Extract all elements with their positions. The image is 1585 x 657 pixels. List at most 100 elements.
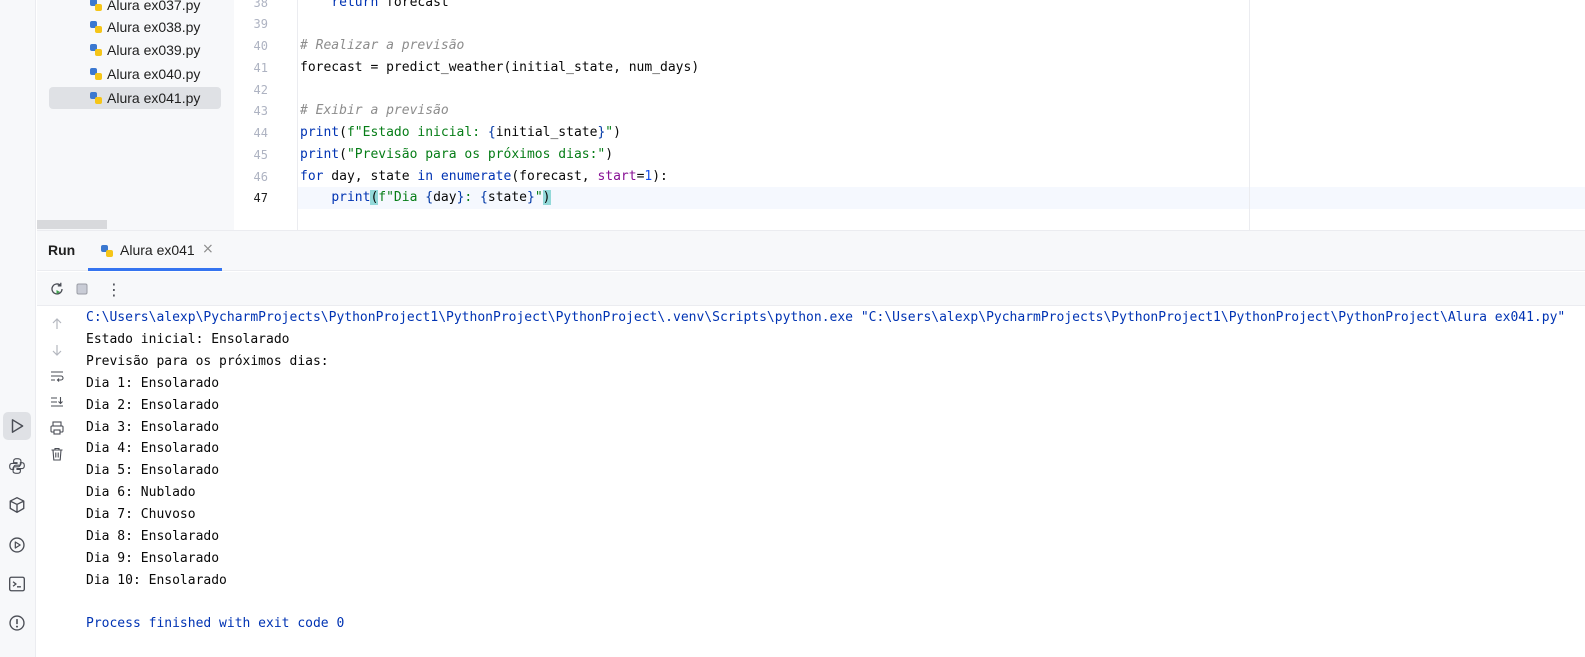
line-number: 42: [253, 83, 268, 97]
python-icon: [9, 458, 25, 474]
python-packages-button[interactable]: [3, 452, 31, 480]
code-line-38: return forecast: [300, 0, 448, 14]
debug-services-button[interactable]: [3, 531, 31, 559]
print-button[interactable]: [47, 418, 67, 438]
line-number: 43: [253, 104, 268, 118]
terminal-button[interactable]: [3, 570, 31, 598]
line-number: 46: [253, 170, 268, 184]
more-options-button[interactable]: ⋮: [104, 279, 124, 299]
scroll-to-end-button[interactable]: [47, 392, 67, 412]
services-run-icon: [9, 537, 25, 553]
rerun-icon: [51, 282, 63, 295]
console-output-line: Dia 4: Ensolarado: [86, 441, 220, 456]
function-name: predict_weather: [386, 60, 504, 75]
comment: # Realizar a previsão: [300, 38, 465, 53]
tree-item-label: Alura ex040.py: [107, 66, 201, 82]
code-editor[interactable]: 38 39 40 41 42 43 44 45 46 47 return for…: [234, 0, 1585, 230]
run-icon: [11, 419, 24, 433]
printer-icon: [50, 421, 64, 435]
tree-item-alura-ex040[interactable]: Alura ex040.py: [49, 63, 221, 85]
tree-item-alura-ex038[interactable]: Alura ex038.py: [49, 16, 221, 38]
matched-bracket: ): [542, 190, 551, 205]
fstring-brace: {: [480, 190, 488, 205]
console-output-line: Estado inicial: Ensolarado: [86, 332, 290, 347]
code-line-43: # Exibir a previsão: [300, 100, 449, 122]
console-output-line: Dia 3: Ensolarado: [86, 420, 220, 435]
python-file-icon: [90, 21, 102, 33]
string: ": [534, 190, 543, 205]
line-number-gutter: 38 39 40 41 42 43 44 45 46 47: [234, 0, 298, 230]
tree-item-alura-ex037[interactable]: Alura ex037.py: [49, 0, 221, 16]
close-tab-icon[interactable]: ×: [202, 241, 214, 257]
code-text: (initial_state, num_days): [503, 60, 700, 75]
comment: # Exibir a previsão: [300, 103, 449, 118]
keyword-argument: start: [597, 169, 637, 184]
console-command-line: C:\Users\alexp\PycharmProjects\PythonPro…: [86, 310, 1566, 325]
run-tool-window-header: Run Alura ex041 ×: [37, 231, 1585, 271]
soft-wrap-button[interactable]: [47, 366, 67, 386]
services-button[interactable]: [3, 491, 31, 519]
tree-item-label: Alura ex039.py: [107, 42, 201, 58]
terminal-icon: [9, 576, 25, 592]
tree-horizontal-scrollbar[interactable]: [37, 220, 107, 229]
console-output-line: Dia 10: Ensolarado: [86, 573, 227, 588]
builtin-function: print: [331, 190, 371, 205]
tree-item-label: Alura ex038.py: [107, 19, 201, 35]
project-tree: Alura ex037.py Alura ex038.py Alura ex03…: [37, 0, 234, 230]
tree-item-label: Alura ex037.py: [107, 0, 201, 13]
code-line-44: print(f"Estado inicial: {initial_state}"…: [300, 122, 621, 144]
fstring-brace: }: [527, 190, 535, 205]
console-output-line: Dia 5: Ensolarado: [86, 463, 220, 478]
console-output-line: Dia 1: Ensolarado: [86, 376, 220, 391]
code-text: day: [433, 190, 457, 205]
code-text: ):: [652, 169, 668, 184]
scroll-down-button[interactable]: [47, 340, 67, 360]
run-panel-title: Run: [48, 242, 76, 258]
tree-item-alura-ex041[interactable]: Alura ex041.py: [49, 87, 221, 109]
python-file-icon: [90, 44, 102, 56]
console-output[interactable]: C:\Users\alexp\PycharmProjects\PythonPro…: [86, 307, 1585, 657]
code-text: (: [339, 147, 347, 162]
tree-item-alura-ex039[interactable]: Alura ex039.py: [49, 39, 221, 61]
string: :: [464, 190, 481, 205]
tool-window-strip: [0, 0, 36, 657]
rerun-button[interactable]: [47, 279, 67, 299]
console-output-line: Dia 8: Ensolarado: [86, 529, 220, 544]
keyword: in: [417, 169, 434, 184]
run-tool-button[interactable]: [3, 412, 31, 440]
line-number: 39: [253, 17, 268, 31]
line-number: 45: [253, 148, 268, 162]
fstring-brace: {: [425, 190, 434, 205]
code-text: ): [605, 147, 614, 162]
scroll-up-button[interactable]: [47, 314, 67, 334]
trash-icon: [51, 447, 63, 461]
line-number: 44: [253, 126, 268, 140]
tab-alura-ex041[interactable]: Alura ex041 ×: [88, 231, 222, 271]
python-file-icon: [90, 0, 102, 11]
line-number: 40: [253, 39, 268, 53]
fstring-brace: {: [487, 125, 496, 140]
python-file-icon: [90, 68, 102, 80]
builtin-function: enumerate: [440, 169, 512, 184]
code-line-46: for day, state in enumerate(forecast, st…: [300, 166, 668, 188]
console-output-line: Previsão para os próximos dias:: [86, 354, 329, 369]
code-line-40: # Realizar a previsão: [300, 35, 464, 57]
problems-icon: [9, 615, 25, 631]
keyword: return: [331, 0, 379, 10]
clear-all-button[interactable]: [47, 444, 67, 464]
string: f"Estado inicial:: [346, 125, 488, 140]
scroll-to-end-icon: [51, 397, 63, 407]
stop-button[interactable]: [72, 279, 92, 299]
problems-button[interactable]: [3, 609, 31, 637]
python-file-icon: [101, 245, 113, 257]
string: f"Dia: [378, 190, 426, 205]
code-text: ): [613, 125, 621, 140]
code-text: initial_state: [495, 125, 598, 140]
stop-icon: [76, 283, 88, 295]
python-file-icon: [90, 92, 102, 104]
right-margin-guide: [1249, 0, 1250, 230]
console-output-line: Dia 9: Ensolarado: [86, 551, 220, 566]
code-text: state: [487, 190, 528, 205]
builtin-function: print: [300, 147, 340, 162]
code-text: forecast =: [300, 60, 387, 75]
